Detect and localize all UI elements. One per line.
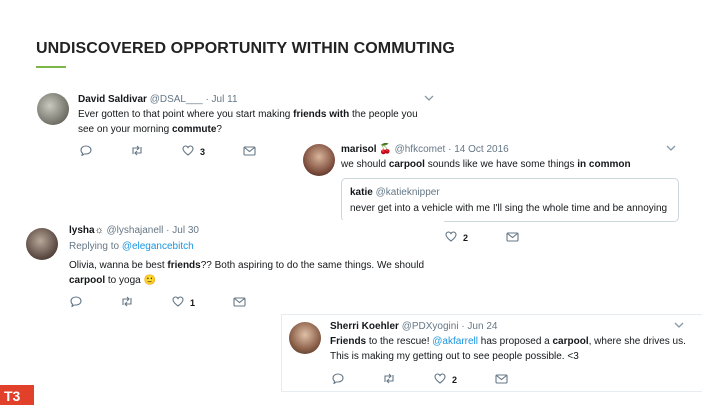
author-name[interactable]: marisol 🍒 [341,144,392,155]
tweet-date[interactable]: · Jul 30 [166,225,199,236]
author-handle[interactable]: @PDXyogini [402,321,459,332]
message-button[interactable] [243,145,256,158]
tweet-text: Friends to the rescue! @akfarrell has pr… [330,336,686,362]
like-icon [445,231,457,244]
smile-emoji-icon: 🙂 [143,275,156,286]
chevron-down-icon[interactable] [424,94,434,105]
reply-icon [70,296,82,309]
chevron-down-icon[interactable] [666,144,676,155]
tweet-date[interactable]: · Jun 24 [461,321,497,332]
quoted-text: never get into a vehicle with me I'll si… [350,203,668,214]
avatar[interactable] [26,228,58,260]
retweet-icon [382,373,396,386]
replying-to-link[interactable]: @elegancebitch [122,241,194,252]
message-button[interactable] [495,373,508,386]
author-handle[interactable]: @lyshajanell [107,225,164,236]
avatar[interactable] [303,144,335,176]
tweet-date[interactable]: · 14 Oct 2016 [448,144,509,155]
message-button[interactable] [506,231,519,244]
replying-to: Replying to @elegancebitch [69,241,194,252]
like-button[interactable]: 2 [434,373,457,386]
like-count: 1 [190,297,196,308]
like-icon [434,373,446,386]
message-icon [233,296,246,309]
quoted-author-handle: @katieknipper [375,187,440,198]
avatar[interactable] [289,322,321,354]
message-icon [495,373,508,386]
like-button[interactable]: 1 [172,296,195,309]
reply-icon [332,373,344,386]
avatar[interactable] [37,93,69,125]
retweet-button[interactable] [130,145,144,158]
like-button[interactable]: 3 [182,145,205,158]
tweet-actions: 2 [332,373,546,386]
author-name[interactable]: David Saldivar [78,94,147,105]
message-button[interactable] [233,296,246,309]
reply-button[interactable] [332,373,344,386]
tweet-text: Olivia, wanna be best friends?? Both asp… [69,260,425,286]
slide-title: UNDISCOVERED OPPORTUNITY WITHIN COMMUTIN… [36,40,455,57]
message-icon [506,231,519,244]
retweet-button[interactable] [382,373,396,386]
quoted-tweet[interactable]: katie @katieknipper never get into a veh… [341,178,679,222]
reply-icon [80,145,92,158]
tweet-text: Ever gotten to that point where you star… [78,109,418,135]
tweet-sherri[interactable]: Sherri Koehler @PDXyogini · Jun 24 Frien… [284,316,694,388]
title-underline [36,66,66,68]
author-handle[interactable]: @DSAL___ [150,94,203,105]
retweet-icon [130,145,144,158]
tweet-lysha[interactable]: lysha☼ @lyshajanell · Jul 30 Replying to… [24,220,444,312]
like-count: 2 [463,232,469,243]
mention-link[interactable]: @akfarrell [432,336,478,347]
t3-logo: T3 [0,385,34,405]
message-icon [243,145,256,158]
tweet-date[interactable]: · Jul 11 [205,94,237,105]
like-icon [172,296,184,309]
retweet-icon [120,296,134,309]
tweet-text: we should carpool sounds like we have so… [341,159,631,170]
like-button[interactable]: 2 [445,231,468,244]
chevron-down-icon[interactable] [674,321,684,332]
tweet-actions: 1 [70,296,284,309]
like-count: 3 [200,146,206,157]
like-count: 2 [452,374,458,385]
reply-button[interactable] [70,296,82,309]
author-handle[interactable]: @hfkcomet [395,144,446,155]
author-name[interactable]: lysha☼ [69,225,104,236]
tweet-actions: 3 [80,145,294,158]
reply-button[interactable] [80,145,92,158]
like-icon [182,145,194,158]
author-name[interactable]: Sherri Koehler [330,321,399,332]
quoted-author-name: katie [350,187,373,198]
retweet-button[interactable] [120,296,134,309]
